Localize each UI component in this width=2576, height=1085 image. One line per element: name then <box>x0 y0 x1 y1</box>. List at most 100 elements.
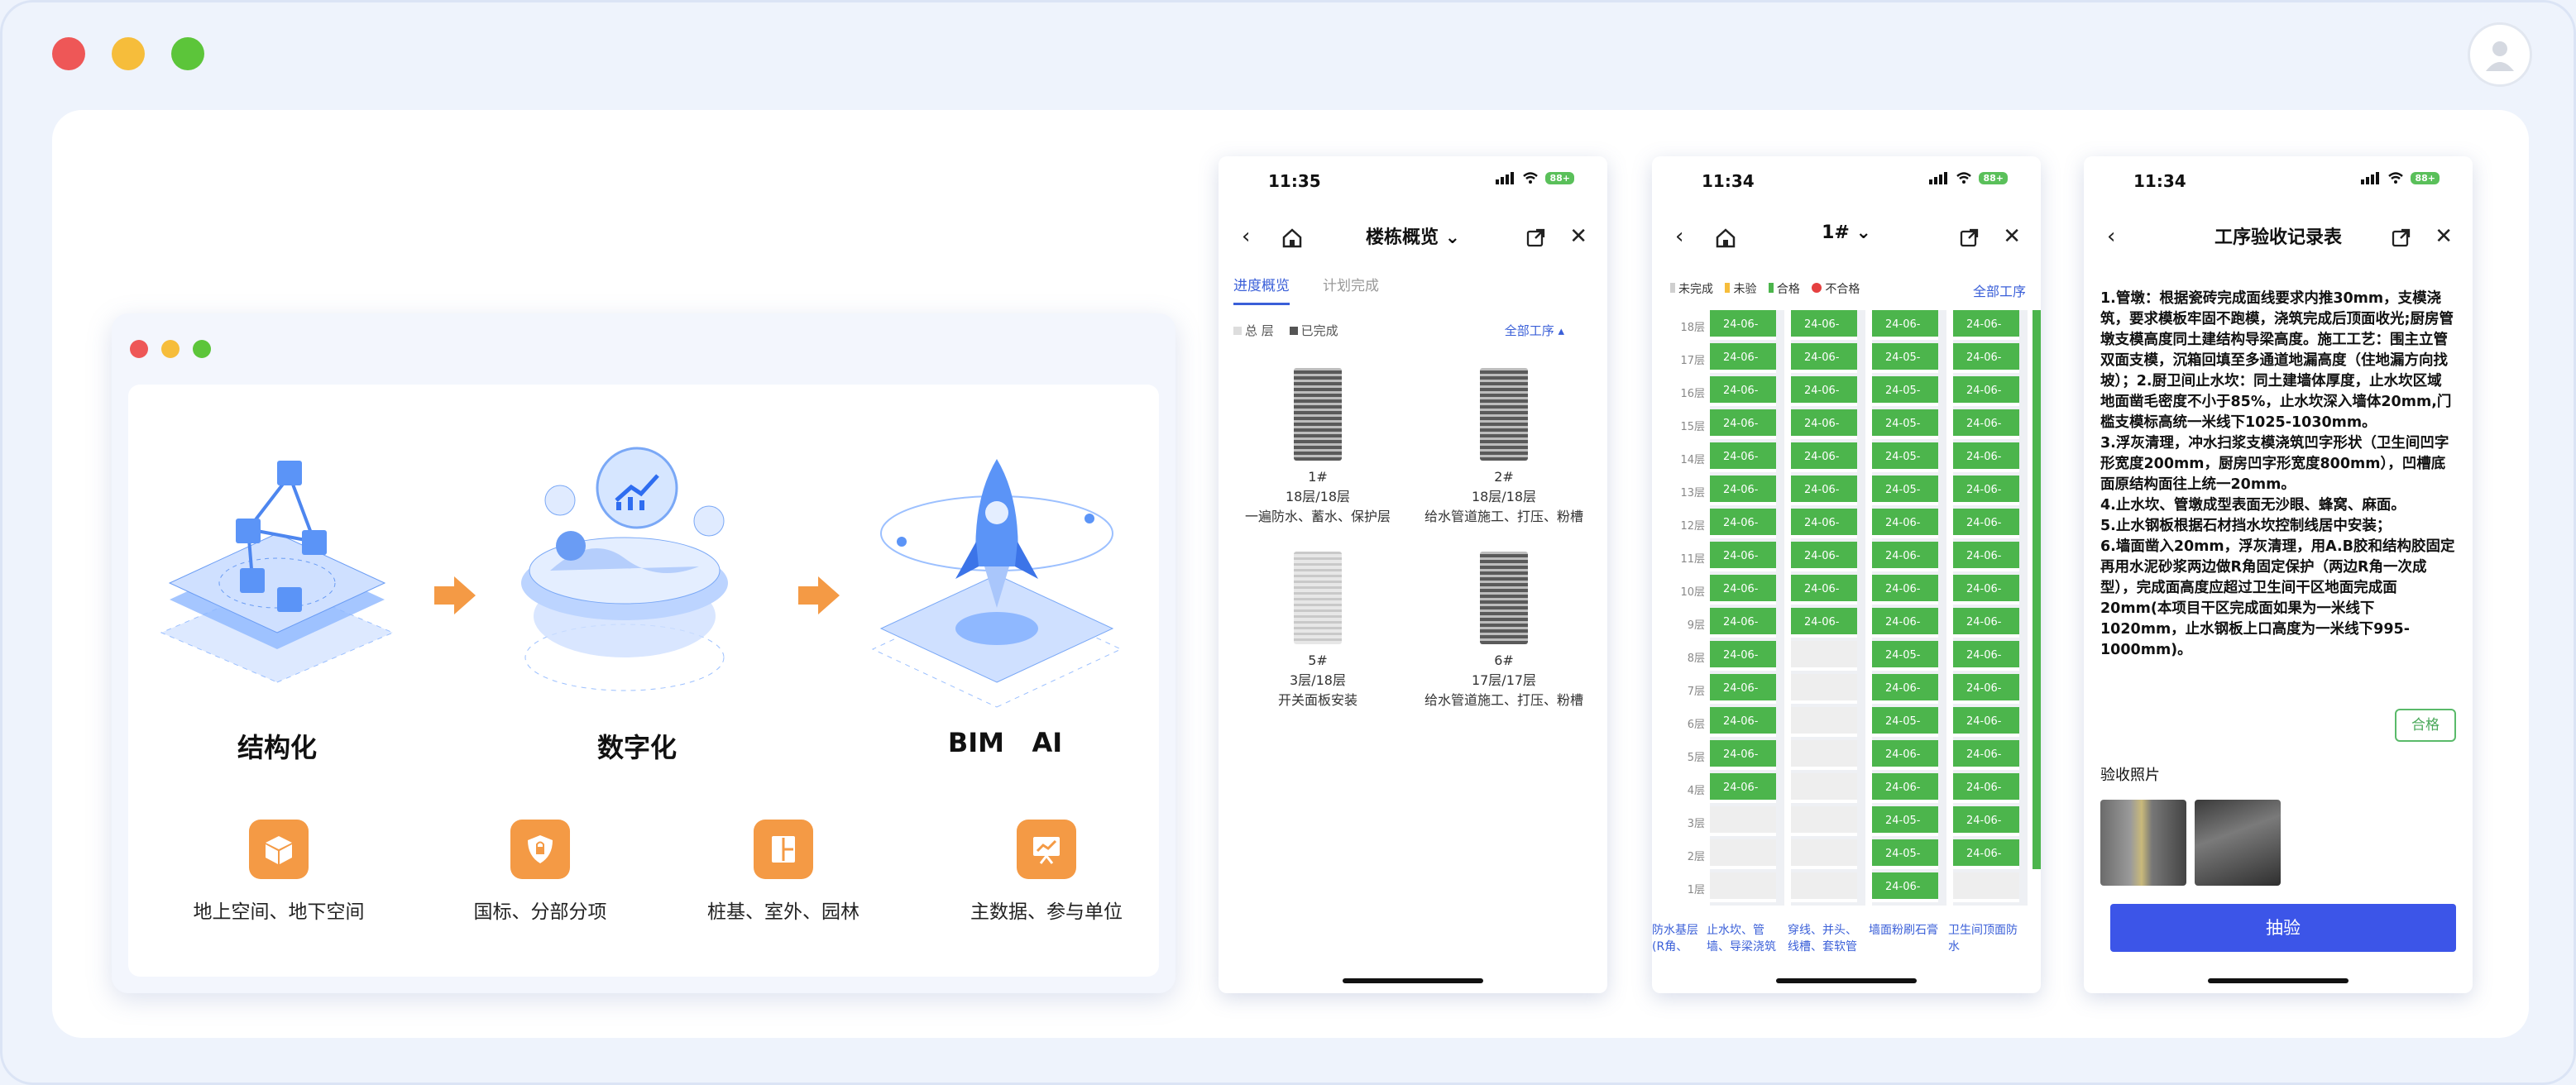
status-time: 11:34 <box>2133 171 2186 191</box>
tab-plan-complete[interactable]: 计划完成 <box>1323 274 1379 305</box>
spot-check-button[interactable]: 抽验 <box>2110 904 2456 952</box>
progress-cell[interactable]: 24-06- <box>1953 608 2019 638</box>
close-icon[interactable]: ✕ <box>2435 224 2453 249</box>
progress-cell[interactable]: 24-06- <box>1791 442 1857 472</box>
empty-cell <box>1791 806 1857 836</box>
progress-cell[interactable]: 24-06- <box>1710 707 1776 737</box>
progress-cell[interactable]: 24-06- <box>1710 476 1776 505</box>
progress-cell[interactable]: 24-06- <box>1872 575 1938 605</box>
avatar[interactable] <box>2468 22 2532 87</box>
progress-cell[interactable]: 24-06- <box>1953 641 2019 671</box>
progress-cell[interactable]: 24-06- <box>1872 509 1938 538</box>
empty-cell <box>1791 641 1857 671</box>
progress-cell[interactable]: 24-06- <box>1791 509 1857 538</box>
progress-cell[interactable]: 24-06- <box>1953 476 2019 505</box>
progress-cell[interactable]: 24-06- <box>1710 575 1776 605</box>
progress-cell[interactable]: 24-06- <box>1953 376 2019 406</box>
progress-cell[interactable]: 24-06- <box>1791 310 1857 340</box>
progress-cell[interactable]: 24-06- <box>1953 310 2019 340</box>
progress-cell[interactable]: 24-05- <box>1872 806 1938 836</box>
progress-cell[interactable]: 24-06- <box>1710 641 1776 671</box>
progress-cell[interactable]: 24-06- <box>1872 740 1938 770</box>
progress-cell[interactable]: 24-06- <box>1710 409 1776 439</box>
empty-cell <box>1710 839 1776 869</box>
tab-progress-overview[interactable]: 进度概览 <box>1233 274 1290 305</box>
feature-label: 地上空间、地下空间 <box>193 901 365 923</box>
progress-cell[interactable]: 24-06- <box>1710 376 1776 406</box>
progress-cell[interactable]: 24-06- <box>1953 575 2019 605</box>
pass-badge[interactable]: 合格 <box>2395 709 2456 742</box>
column-label[interactable]: 墙面粉刷石膏 <box>1869 922 1948 939</box>
open-external-icon[interactable] <box>1526 227 1546 247</box>
legend-qualified: 合格 <box>1776 283 1800 296</box>
progress-cell[interactable]: 24-06- <box>1710 442 1776 472</box>
mock-maximize-dot <box>193 340 211 358</box>
close-icon[interactable]: ✕ <box>1569 224 1587 249</box>
progress-cell[interactable]: 24-05- <box>1872 476 1938 505</box>
column-label[interactable]: 止水坎、管 <box>1707 922 1784 939</box>
close-icon[interactable]: ✕ <box>2003 224 2021 249</box>
open-external-icon[interactable] <box>2392 227 2411 247</box>
column-label[interactable]: 卫生间顶面防 <box>1948 922 2028 939</box>
progress-cell[interactable]: 24-06- <box>1953 806 2019 836</box>
progress-cell[interactable]: 24-06- <box>1791 476 1857 505</box>
progress-cell[interactable]: 24-05- <box>1872 442 1938 472</box>
progress-cell[interactable]: 24-06- <box>1953 442 2019 472</box>
progress-cell[interactable]: 24-06- <box>1953 707 2019 737</box>
inspection-photo[interactable] <box>2100 800 2186 886</box>
progress-cell[interactable]: 24-06- <box>1953 740 2019 770</box>
inspection-photo[interactable] <box>2195 800 2281 886</box>
progress-cell[interactable]: 24-06- <box>1953 773 2019 803</box>
progress-cell[interactable]: 24-06- <box>1710 674 1776 704</box>
page-title[interactable]: 1# ⌄ <box>1652 222 2041 243</box>
progress-cell[interactable]: 24-06- <box>1953 542 2019 571</box>
progress-cell[interactable]: 24-06- <box>1710 740 1776 770</box>
building-card[interactable]: 5# 3层/18层 开关面板安装 <box>1231 552 1405 710</box>
progress-cell[interactable]: 24-05- <box>1872 376 1938 406</box>
building-card[interactable]: 6# 17层/17层 给水管道施工、打压、粉槽 <box>1417 552 1591 710</box>
progress-cell[interactable]: 24-05- <box>1872 707 1938 737</box>
progress-cell[interactable]: 24-06- <box>1872 773 1938 803</box>
column-label[interactable]: 防水基层 (R角、 <box>1652 922 1702 955</box>
progress-cell[interactable]: 24-06- <box>1953 674 2019 704</box>
progress-cell[interactable]: 24-06- <box>1791 376 1857 406</box>
progress-cell[interactable]: 24-05- <box>1872 839 1938 869</box>
progress-cell[interactable]: 24-05- <box>1872 641 1938 671</box>
feature-label: 桩基、室外、园林 <box>707 901 859 923</box>
maximize-window-button[interactable] <box>171 37 204 70</box>
open-external-icon[interactable] <box>1960 227 1980 247</box>
legend-swatch <box>1812 283 1822 293</box>
minimize-window-button[interactable] <box>112 37 145 70</box>
progress-cell[interactable]: 24-06- <box>1953 509 2019 538</box>
process-filter[interactable]: 全部工序 <box>1973 280 2026 300</box>
inspection-requirements: 1.管墩：根据瓷砖完成面线要求内推30mm，支模浇筑，要求模板牢固不跑模，浇筑完… <box>2100 290 2455 658</box>
progress-cell[interactable]: 24-06- <box>1872 608 1938 638</box>
progress-cell[interactable]: 24-06- <box>1953 409 2019 439</box>
progress-cell[interactable]: 24-06- <box>1872 872 1938 902</box>
progress-cell[interactable]: 24-06- <box>1710 608 1776 638</box>
column-label[interactable]: 穿线、并头、 <box>1788 922 1865 939</box>
progress-cell[interactable]: 24-06- <box>1872 310 1938 340</box>
progress-cell[interactable]: 24-06- <box>1791 409 1857 439</box>
progress-cell[interactable]: 24-06- <box>1791 343 1857 373</box>
progress-cell[interactable]: 24-06- <box>1872 674 1938 704</box>
progress-cell[interactable]: 24-06- <box>1791 575 1857 605</box>
progress-cell[interactable]: 24-06- <box>1872 542 1938 571</box>
progress-cell[interactable]: 24-05- <box>1872 409 1938 439</box>
building-card[interactable]: 1# 18层/18层 一遍防水、蓄水、保护层 <box>1231 368 1405 527</box>
status-legend: 未完成 未验 合格 不合格 全部工序 <box>1670 280 2026 300</box>
progress-cell[interactable]: 24-06- <box>1710 310 1776 340</box>
progress-cell[interactable]: 24-06- <box>1953 343 2019 373</box>
progress-cell[interactable]: 24-06- <box>1710 773 1776 803</box>
progress-cell[interactable]: 24-05- <box>1872 343 1938 373</box>
progress-cell[interactable]: 24-06- <box>1791 608 1857 638</box>
progress-cell[interactable]: 24-06- <box>1710 509 1776 538</box>
progress-cell[interactable]: 24-06- <box>1710 343 1776 373</box>
page-title[interactable]: 楼栋概览 ⌄ <box>1219 222 1607 249</box>
progress-cell[interactable]: 24-06- <box>1710 542 1776 571</box>
close-window-button[interactable] <box>52 37 85 70</box>
building-card[interactable]: 2# 18层/18层 给水管道施工、打压、粉槽 <box>1417 368 1591 527</box>
progress-cell[interactable]: 24-06- <box>1791 542 1857 571</box>
progress-cell[interactable]: 24-06- <box>1953 839 2019 869</box>
process-filter[interactable]: 全部工序 ▴ <box>1505 322 1564 339</box>
